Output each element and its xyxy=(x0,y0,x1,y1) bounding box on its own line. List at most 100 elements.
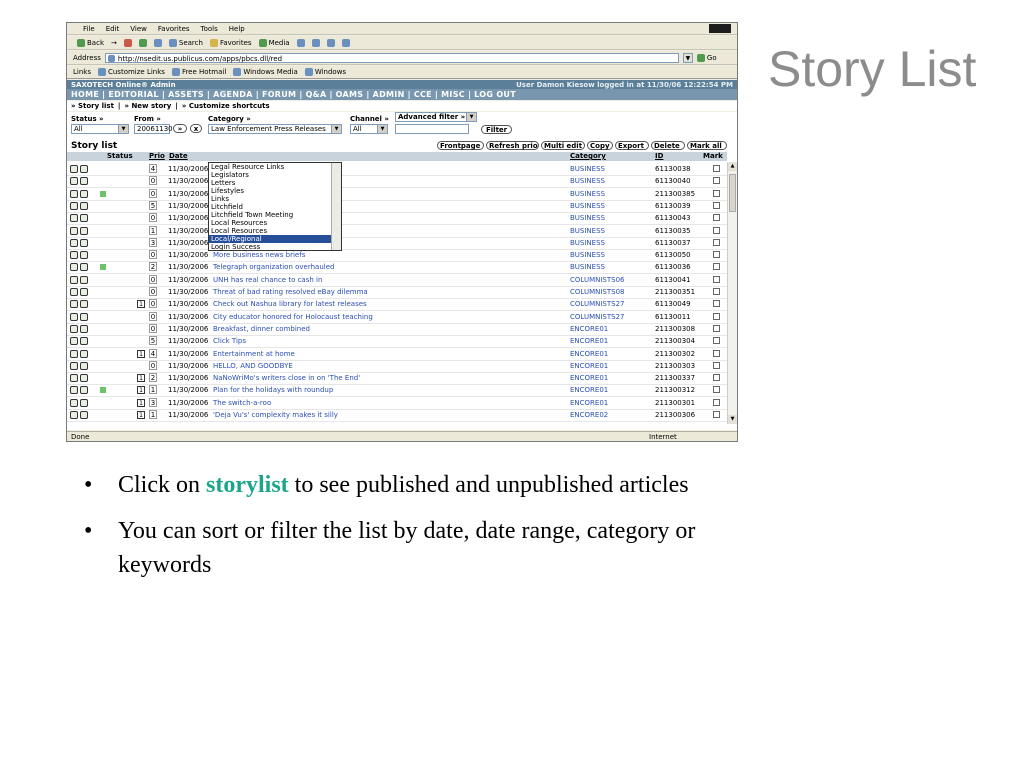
date-next-button[interactable]: » xyxy=(173,124,187,133)
forward-button[interactable]: → xyxy=(111,39,117,47)
priority-field[interactable]: 0 xyxy=(149,311,157,321)
priority-field[interactable]: 0 xyxy=(149,250,157,260)
preview-icon[interactable] xyxy=(70,201,78,210)
priority-field[interactable]: 3 xyxy=(149,237,157,247)
priority-field[interactable]: 0 xyxy=(149,287,157,296)
priority-field[interactable]: 1 xyxy=(149,385,157,395)
table-row[interactable]: 5 11/30/2006 BUSINESS 61130039 xyxy=(67,200,727,213)
col-id[interactable]: ID xyxy=(655,152,663,160)
mark-checkbox[interactable] xyxy=(713,251,720,259)
priority-field[interactable]: 2 xyxy=(149,262,157,272)
edit-icon[interactable] xyxy=(80,374,88,383)
preview-icon[interactable] xyxy=(70,275,78,284)
status-select[interactable]: All ▼ xyxy=(71,124,129,134)
mark-checkbox[interactable] xyxy=(713,349,720,357)
scroll-thumb[interactable] xyxy=(729,174,736,212)
table-row[interactable]: 311/30/2006Little fanfare for Vista corp… xyxy=(67,237,727,250)
preview-icon[interactable] xyxy=(70,398,78,407)
table-row[interactable]: 0 11/30/2006 BUSINESS 211300385 xyxy=(67,188,727,201)
mark-checkbox[interactable] xyxy=(713,263,720,271)
edit-icon[interactable] xyxy=(80,300,88,309)
nav-item[interactable]: MISC xyxy=(441,90,465,99)
keyword-input[interactable] xyxy=(395,124,469,134)
refresh-button[interactable] xyxy=(138,38,147,47)
subnav-customize[interactable]: » Customize shortcuts xyxy=(182,102,270,110)
edit-icon[interactable] xyxy=(80,288,88,296)
priority-field[interactable]: 0 xyxy=(149,323,157,333)
address-dropdown-button[interactable]: ▼ xyxy=(682,52,693,63)
col-date[interactable]: Date xyxy=(169,152,188,160)
priority-field[interactable]: 0 xyxy=(149,299,157,309)
scroll-up-icon[interactable]: ▲ xyxy=(728,162,737,171)
table-row[interactable]: 411/30/2006s, early retirementBUSINESS61… xyxy=(67,163,727,176)
action-button[interactable]: Export xyxy=(615,141,649,150)
edit-icon[interactable] xyxy=(80,411,88,419)
story-title-link[interactable]: Click Tips xyxy=(213,337,246,345)
table-row[interactable]: 1 1 11/30/2006 Plan for the holidays with r… xyxy=(67,384,727,398)
home-button[interactable] xyxy=(153,38,162,47)
subnav-new-story[interactable]: » New story xyxy=(124,102,171,110)
channel-select[interactable]: All ▼ xyxy=(350,124,388,134)
mark-checkbox[interactable] xyxy=(713,275,720,283)
priority-field[interactable]: 0 xyxy=(149,213,157,223)
subnav-story-list[interactable]: » Story list xyxy=(71,102,114,110)
edit-icon[interactable] xyxy=(80,263,88,272)
col-status[interactable]: Status xyxy=(107,152,133,160)
table-row[interactable]: 0 11/30/2006 More business news briefs BUSI… xyxy=(67,249,727,263)
table-row[interactable]: 011/30/2006ome lifeBUSINESS61130040 xyxy=(67,175,727,189)
priority-field[interactable]: 1 xyxy=(149,225,157,235)
col-prio[interactable]: Prio xyxy=(149,152,165,160)
nav-item[interactable]: Q&A xyxy=(306,90,327,99)
preview-icon[interactable] xyxy=(70,226,78,235)
priority-field[interactable]: 4 xyxy=(149,164,157,173)
edit-icon[interactable] xyxy=(80,226,88,235)
nav-item[interactable]: OAMS xyxy=(336,90,364,99)
priority-field[interactable]: 0 xyxy=(149,360,157,370)
table-row[interactable]: 1 4 11/30/2006 Entertainment at home ENCORE0… xyxy=(67,348,727,361)
print-button[interactable] xyxy=(326,38,335,47)
preview-icon[interactable] xyxy=(70,177,78,186)
preview-icon[interactable] xyxy=(70,214,78,223)
priority-field[interactable]: 0 xyxy=(149,274,157,284)
story-title-link[interactable]: NaNoWriMo's writers close in on 'The End… xyxy=(213,374,360,382)
mail-button[interactable] xyxy=(311,38,320,47)
menu-help[interactable]: Help xyxy=(229,25,245,33)
priority-field[interactable]: 3 xyxy=(149,397,157,407)
edit-icon[interactable] xyxy=(80,238,88,247)
action-button[interactable]: Frontpage xyxy=(437,141,484,150)
action-button[interactable]: Copy xyxy=(587,141,613,150)
table-row[interactable]: 1 1 11/30/2006 'Deja Vu's' complexity makes… xyxy=(67,409,727,422)
category-option[interactable]: Links xyxy=(209,195,341,203)
preview-icon[interactable] xyxy=(70,251,78,260)
edit-button[interactable] xyxy=(341,38,350,47)
priority-field[interactable]: 5 xyxy=(149,336,157,346)
table-row[interactable]: 1 3 11/30/2006 The switch-a-roo ENCORE01 2113… xyxy=(67,397,727,410)
story-title-link[interactable]: Entertainment at home xyxy=(213,350,295,358)
story-title-link[interactable]: Breakfast, dinner combined xyxy=(213,325,310,333)
menu-file[interactable]: File xyxy=(83,25,95,33)
table-row[interactable]: 5 11/30/2006 Click Tips ENCORE01 211300304 xyxy=(67,335,727,349)
go-button[interactable]: Go xyxy=(696,53,717,62)
menu-edit[interactable]: Edit xyxy=(106,25,120,33)
mark-checkbox[interactable] xyxy=(713,324,720,332)
edit-icon[interactable] xyxy=(80,177,88,186)
mark-checkbox[interactable] xyxy=(713,238,720,246)
dropdown-scrollbar[interactable] xyxy=(331,163,341,250)
edit-icon[interactable] xyxy=(80,312,88,321)
mark-checkbox[interactable] xyxy=(713,165,720,172)
mark-checkbox[interactable] xyxy=(713,226,720,234)
preview-icon[interactable] xyxy=(70,312,78,321)
table-row[interactable]: 0 11/30/2006 BUSINESS 61130043 xyxy=(67,212,727,226)
mark-checkbox[interactable] xyxy=(713,374,720,382)
mark-checkbox[interactable] xyxy=(713,411,720,418)
story-category[interactable]: BUSINESS xyxy=(570,190,605,198)
category-option[interactable]: Lifestyles xyxy=(209,187,341,195)
menu-favorites[interactable]: Favorites xyxy=(158,25,190,33)
mark-checkbox[interactable] xyxy=(713,386,720,394)
link-windows[interactable]: Windows xyxy=(304,68,346,76)
menu-view[interactable]: View xyxy=(130,25,147,33)
edit-icon[interactable] xyxy=(80,275,88,284)
link-customize[interactable]: Customize Links xyxy=(97,68,165,76)
story-category[interactable]: COLUMNISTS08 xyxy=(570,288,624,296)
preview-icon[interactable] xyxy=(70,238,78,247)
